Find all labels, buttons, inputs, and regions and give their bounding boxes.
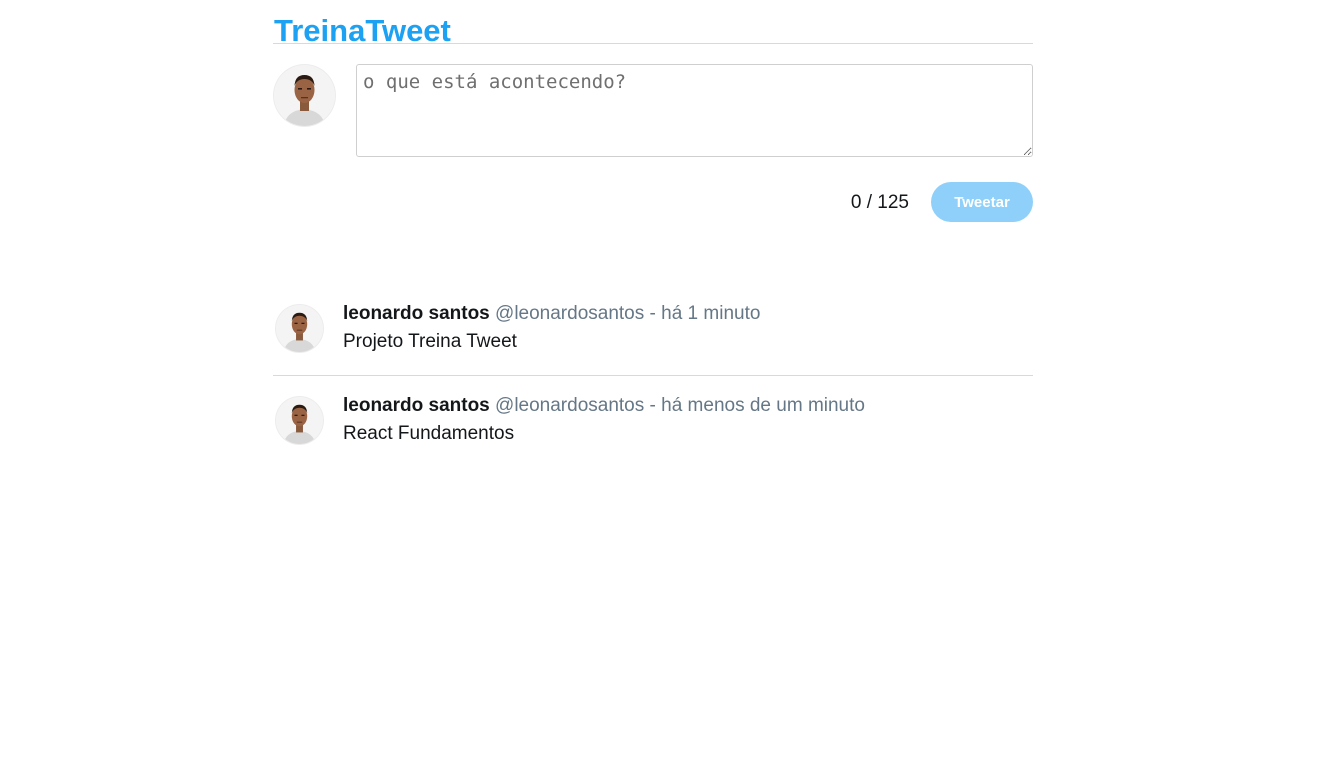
tweet-separator: -	[649, 395, 656, 416]
user-avatar	[274, 65, 335, 126]
character-counter: 0 / 125	[850, 192, 909, 213]
app-container: TreinaTweet 0 / 125 Tweetar	[273, 0, 1033, 468]
tweet-header: leonardo santos @leonardosantos - há 1 m…	[343, 303, 760, 325]
tweet-author-avatar	[276, 305, 323, 352]
tweet-author-handle: @leonardosantos	[495, 303, 645, 324]
tweet-header: leonardo santos @leonardosantos - há men…	[343, 395, 865, 417]
tweet-item: leonardo santos @leonardosantos - há men…	[273, 376, 1033, 468]
tweet-compose-input[interactable]	[356, 64, 1033, 157]
tweet-author-name: leonardo santos	[343, 303, 490, 324]
tweet-timestamp: há 1 minuto	[661, 303, 761, 324]
tweet-separator: -	[649, 303, 656, 324]
tweet-author-avatar	[276, 397, 323, 444]
tweet-author-handle: @leonardosantos	[495, 395, 645, 416]
tweet-timestamp: há menos de um minuto	[661, 395, 865, 416]
compose-area: 0 / 125 Tweetar	[273, 44, 1033, 284]
tweet-text: React Fundamentos	[343, 423, 515, 444]
app-title: TreinaTweet	[273, 0, 1033, 48]
tweet-author-name: leonardo santos	[343, 395, 490, 416]
tweet-feed: leonardo santos @leonardosantos - há 1 m…	[273, 284, 1033, 468]
tweet-button[interactable]: Tweetar	[931, 182, 1033, 222]
tweet-text: Projeto Treina Tweet	[343, 331, 517, 352]
tweet-item: leonardo santos @leonardosantos - há 1 m…	[273, 284, 1033, 376]
